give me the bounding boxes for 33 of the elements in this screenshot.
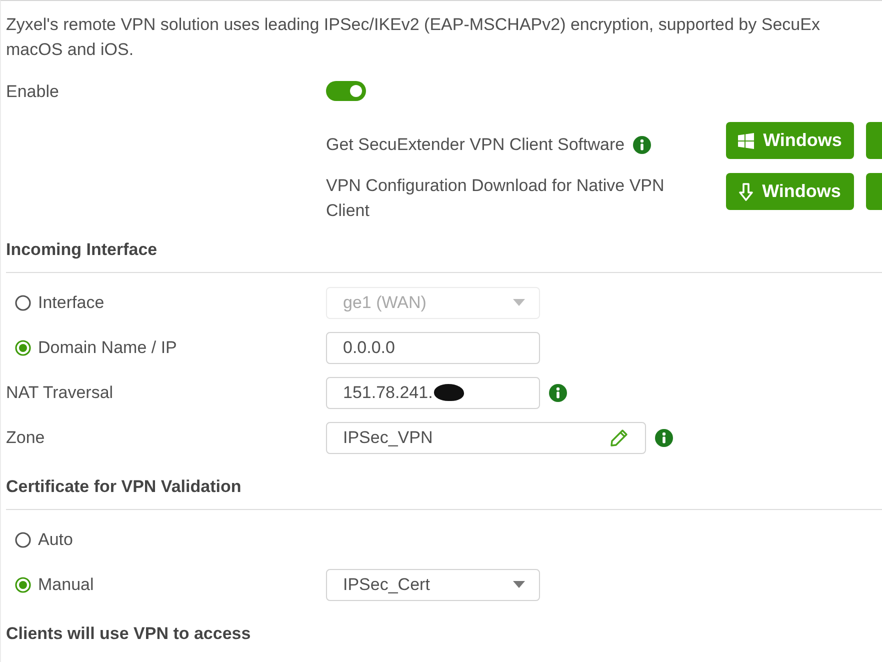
download-button[interactable]: Windows <box>726 173 854 210</box>
field-label: Enable <box>6 80 59 102</box>
pencil-icon[interactable] <box>609 428 629 448</box>
info-icon[interactable] <box>632 136 651 154</box>
radio-icon[interactable] <box>15 340 31 356</box>
radio-option[interactable]: Manual <box>6 572 94 597</box>
picker-field[interactable]: IPSec_VPN <box>326 422 646 454</box>
dropdown-field[interactable]: IPSec_Cert <box>326 568 540 600</box>
input-field[interactable]: 151.78.241. <box>326 376 540 408</box>
radio-icon[interactable] <box>15 576 31 592</box>
description-text: Zyxel's remote VPN solution uses leading IPSec/IKEv2 (EAP-MSCHAPv2) encryption, supported by SecuEx <box>6 14 820 36</box>
input-field[interactable]: 0.0.0.0 <box>326 332 540 364</box>
windows-button[interactable]: Windows <box>726 122 854 159</box>
radio-option[interactable]: Auto <box>6 527 73 552</box>
enable-toggle[interactable] <box>326 81 366 101</box>
windows-logo-icon <box>738 132 754 148</box>
arrow-down-icon <box>739 182 754 200</box>
section-heading: Incoming Interface <box>6 240 158 259</box>
info-icon[interactable] <box>655 428 673 446</box>
section-heading: Clients will use VPN to access <box>6 624 251 643</box>
description-text: macOS and iOS. <box>6 39 134 61</box>
radio-icon[interactable] <box>15 294 31 310</box>
radio-option[interactable]: Interface <box>6 290 104 315</box>
caret-icon <box>513 581 525 588</box>
radio-option[interactable]: Domain Name / IP <box>6 335 177 360</box>
radio-icon[interactable] <box>15 532 31 548</box>
download-label: VPN Configuration Download for Native VPN Client <box>326 175 666 222</box>
caret-icon <box>513 299 525 306</box>
field-label: Zone <box>6 427 45 449</box>
field-label: NAT Traversal <box>6 382 114 404</box>
section-heading: Certificate for VPN Validation <box>6 477 242 496</box>
info-icon[interactable] <box>549 384 567 402</box>
download-label: Get SecuExtender VPN Client Software <box>326 134 625 156</box>
